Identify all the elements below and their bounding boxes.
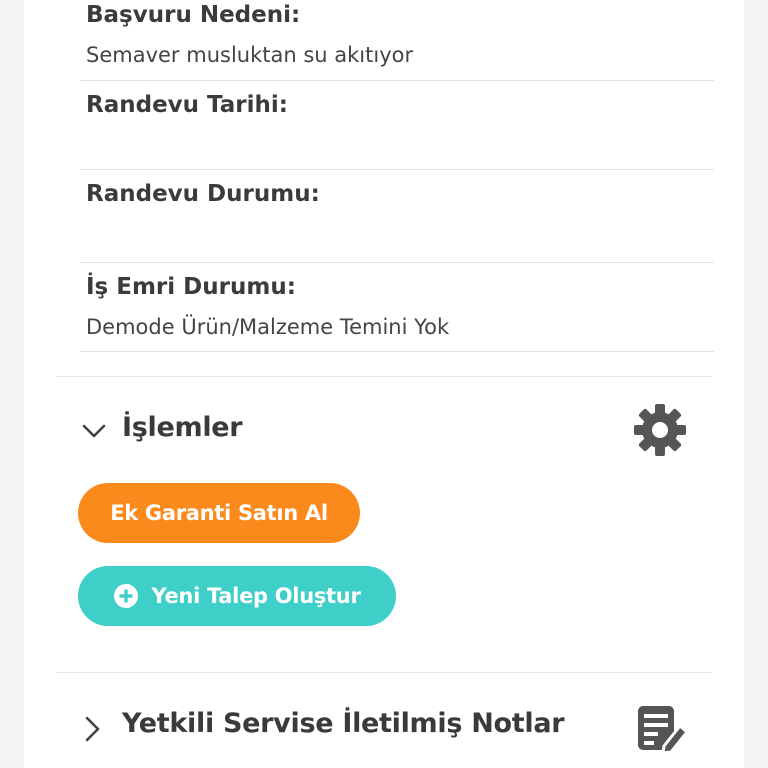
buy-extra-warranty-label: Ek Garanti Satın Al [110,501,328,525]
actions-section-title[interactable]: İşlemler [122,412,243,443]
field-value: Semaver musluktan su akıtıyor [86,43,414,67]
notes-section-title[interactable]: Yetkili Servise İletilmiş Notlar [122,708,565,739]
chevron-down-icon[interactable] [82,421,106,441]
field-label: İş Emri Durumu: [86,274,296,300]
buy-extra-warranty-button[interactable]: Ek Garanti Satın Al [78,483,360,543]
field-application-reason: Başvuru Nedeni: Semaver musluktan su akı… [80,0,714,81]
field-appointment-date: Randevu Tarihi: [80,80,714,170]
gear-icon[interactable] [632,402,688,458]
field-label: Başvuru Nedeni: [86,2,301,28]
field-value: Demode Ürün/Malzeme Temini Yok [86,315,450,339]
section-divider [56,376,712,377]
notes-edit-icon[interactable] [634,702,690,754]
field-label: Randevu Tarihi: [86,92,288,118]
new-request-button[interactable]: Yeni Talep Oluştur [78,566,396,626]
new-request-label: Yeni Talep Oluştur [151,584,361,608]
field-appointment-status: Randevu Durumu: [80,169,714,263]
chevron-right-icon[interactable] [82,716,102,742]
field-label: Randevu Durumu: [86,181,320,207]
plus-circle-icon [113,584,138,608]
detail-card: Başvuru Nedeni: Semaver musluktan su akı… [24,0,744,768]
section-divider [56,672,712,673]
field-work-order-status: İş Emri Durumu: Demode Ürün/Malzeme Temi… [80,262,714,352]
